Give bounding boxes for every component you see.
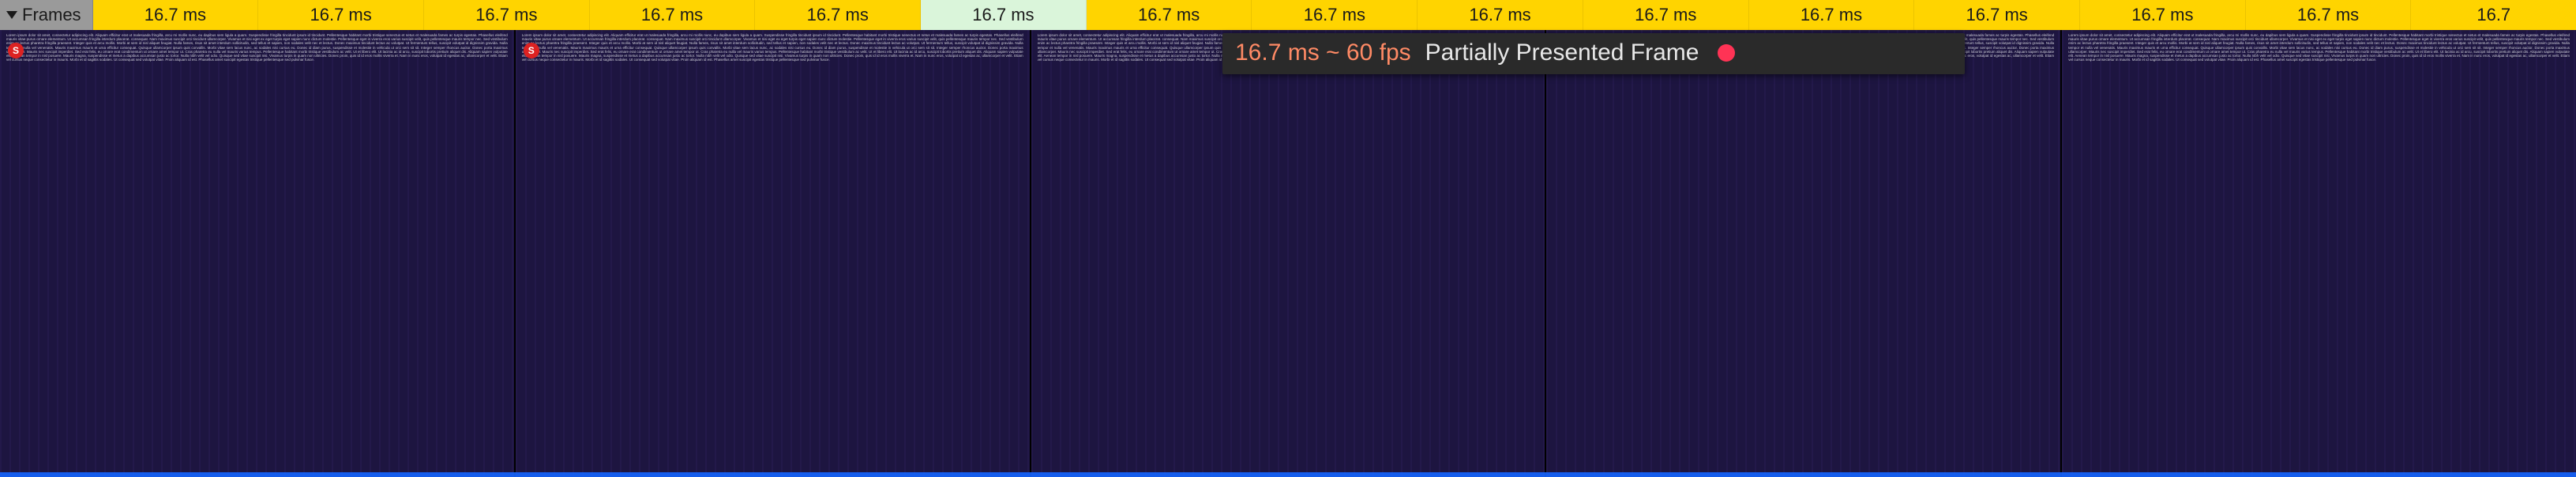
thumbnail-content: Lorem ipsum dolor sit amet, consectetur … <box>1038 33 1539 469</box>
frame-thumbnail[interactable]: Lorem ipsum dolor sit amet, consectetur … <box>1546 30 2062 477</box>
frame-tick[interactable]: 16.7 ms <box>1583 0 1749 30</box>
frame-tick[interactable]: 16.7 ms <box>2246 0 2412 30</box>
frame-tick[interactable]: 16.7 ms <box>1087 0 1252 30</box>
badge-icon: S <box>524 43 539 58</box>
frame-tick[interactable]: 16.7 ms <box>1914 0 2080 30</box>
tooltip-swatch-icon <box>1718 44 1735 62</box>
thumbnail-content: Lorem ipsum dolor sit amet, consectetur … <box>2068 33 2570 469</box>
frame-tick[interactable]: 16.7 ms <box>1418 0 1583 30</box>
frame-tick[interactable]: 16.7 ms <box>93 0 259 30</box>
frame-thumbnail[interactable]: Lorem ipsum dolor sit amet, consectetur … <box>516 30 1031 477</box>
frame-tick[interactable]: 16.7 <box>2411 0 2576 30</box>
frame-thumbnail[interactable]: Lorem ipsum dolor sit amet, consectetur … <box>1031 30 1547 477</box>
frames-toggle[interactable]: Frames <box>0 0 93 30</box>
frame-thumbnail[interactable]: Lorem ipsum dolor sit amet, consectetur … <box>0 30 516 477</box>
frame-tick[interactable]: 16.7 ms <box>1252 0 1418 30</box>
thumbnail-content: Lorem ipsum dolor sit amet, consectetur … <box>6 33 508 469</box>
chevron-down-icon <box>6 11 17 19</box>
frame-tick[interactable]: 16.7 ms <box>755 0 921 30</box>
frame-tooltip: 16.7 ms ~ 60 fps Partially Presented Fra… <box>1222 33 1965 74</box>
frame-tick[interactable]: 16.7 ms <box>1749 0 1915 30</box>
frames-label: Frames <box>22 5 81 25</box>
frame-tick[interactable]: 16.7 ms <box>424 0 590 30</box>
frames-ruler: Frames 16.7 ms 16.7 ms 16.7 ms 16.7 ms 1… <box>0 0 2576 30</box>
frames-filmstrip[interactable]: Lorem ipsum dolor sit amet, consectetur … <box>0 30 2576 477</box>
frame-thumbnail[interactable]: Lorem ipsum dolor sit amet, consectetur … <box>2062 30 2576 477</box>
frame-tick[interactable]: 16.7 ms <box>590 0 756 30</box>
frame-tick[interactable]: 16.7 ms <box>921 0 1087 30</box>
tooltip-timing: 16.7 ms ~ 60 fps <box>1235 39 1411 66</box>
badge-icon: S <box>8 43 24 58</box>
thumbnail-content: Lorem ipsum dolor sit amet, consectetur … <box>1553 33 2054 469</box>
tooltip-label: Partially Presented Frame <box>1425 39 1699 66</box>
frame-tick[interactable]: 16.7 ms <box>258 0 424 30</box>
frame-tick[interactable]: 16.7 ms <box>2080 0 2246 30</box>
thumbnail-content: Lorem ipsum dolor sit amet, consectetur … <box>522 33 1023 469</box>
